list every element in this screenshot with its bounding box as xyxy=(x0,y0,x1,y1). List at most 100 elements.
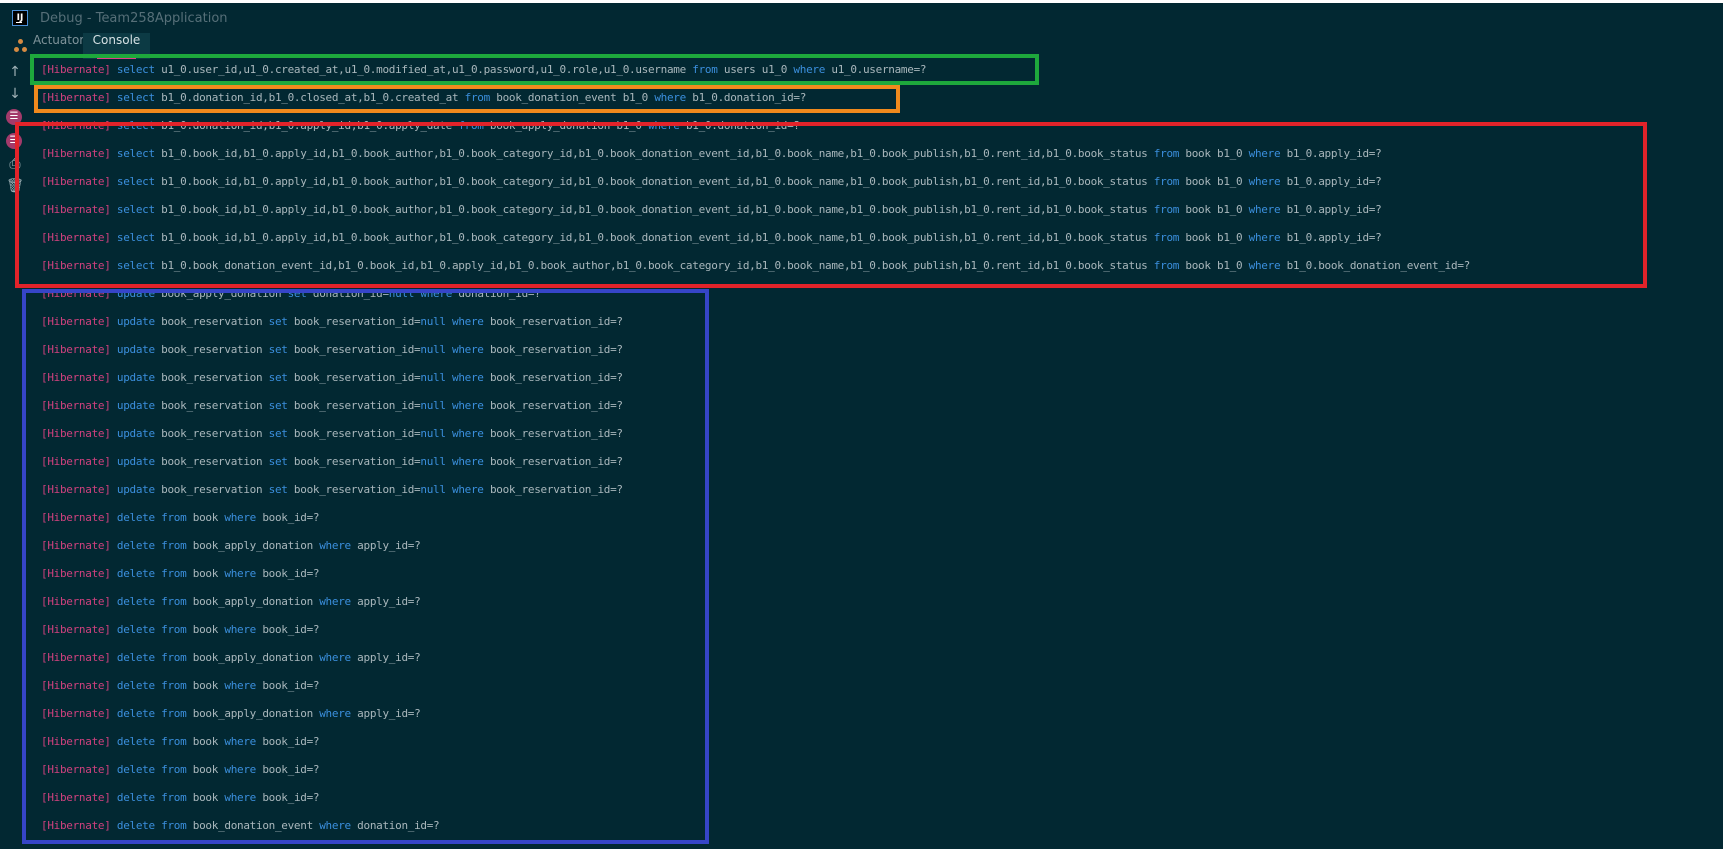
sql-keyword: update xyxy=(116,315,155,328)
sql-text: book_apply_donation xyxy=(186,651,320,664)
sql-keyword: select xyxy=(116,63,155,76)
sql-text: book_apply_donation xyxy=(186,595,320,608)
sql-text: book_id=? xyxy=(256,735,320,748)
sql-text: book_reservation xyxy=(154,315,269,328)
sql-keyword: where xyxy=(319,539,351,552)
sql-keyword: from xyxy=(161,567,187,580)
window-title: Debug - Team258Application xyxy=(40,11,228,26)
sql-keyword: null xyxy=(420,399,446,412)
sql-keyword: where xyxy=(1248,203,1281,216)
sql-text: b1_0.book_id,b1_0.apply_id,b1_0.book_aut… xyxy=(154,203,1154,216)
sql-keyword: delete xyxy=(116,791,155,804)
log-line: [Hibernate] delete from book where book_… xyxy=(41,621,320,639)
log-line: [Hibernate] delete from book_apply_donat… xyxy=(41,705,421,723)
sql-text: b1_0.apply_id=? xyxy=(1280,203,1382,216)
sql-text: book_reservation_id=? xyxy=(483,483,623,496)
sql-text: book xyxy=(186,679,225,692)
sql-keyword: where xyxy=(224,791,257,804)
sql-keyword: where xyxy=(1248,259,1281,272)
sql-text: book_reservation_id= xyxy=(287,371,421,384)
sql-keyword: where xyxy=(319,651,351,664)
log-tag: [Hibernate] xyxy=(41,455,111,468)
sql-text: book_id=? xyxy=(256,511,320,524)
sql-text: book_reservation_id= xyxy=(287,399,421,412)
soft-wrap-icon[interactable]: ☰ xyxy=(6,109,22,125)
sql-keyword: from xyxy=(161,763,187,776)
log-tag: [Hibernate] xyxy=(41,595,111,608)
sql-keyword: select xyxy=(116,119,155,132)
log-tag: [Hibernate] xyxy=(41,175,111,188)
sql-text: book_donation_event xyxy=(186,819,320,832)
sql-keyword: where xyxy=(452,371,484,384)
sql-text: apply_id=? xyxy=(350,595,421,608)
log-line: [Hibernate] update book_reservation set … xyxy=(41,341,623,359)
sql-text: b1_0.book_donation_event_id,b1_0.book_id… xyxy=(154,259,1154,272)
log-tag: [Hibernate] xyxy=(41,511,111,524)
intellij-logo-icon: IJ xyxy=(12,10,28,26)
tab-console-label: Console xyxy=(92,33,141,47)
sql-keyword: where xyxy=(319,819,351,832)
log-tag: [Hibernate] xyxy=(41,63,111,76)
log-line: [Hibernate] delete from book where book_… xyxy=(41,733,320,751)
sql-text: book_reservation_id=? xyxy=(483,427,623,440)
sql-keyword: from xyxy=(1153,203,1180,216)
sql-text: b1_0.donation_id=? xyxy=(685,91,807,104)
sql-keyword: from xyxy=(161,539,187,552)
sql-keyword: where xyxy=(224,735,257,748)
sql-keyword: where xyxy=(1248,231,1281,244)
log-tag: [Hibernate] xyxy=(41,259,111,272)
log-tag: [Hibernate] xyxy=(41,819,111,832)
sql-keyword: set xyxy=(268,343,288,356)
sql-keyword: delete xyxy=(116,567,155,580)
scroll-down-icon[interactable]: ↓ xyxy=(6,85,24,103)
sql-text: b1_0.apply_id=? xyxy=(1280,175,1382,188)
sql-keyword: where xyxy=(452,343,484,356)
sql-keyword: from xyxy=(161,595,187,608)
sql-keyword: where xyxy=(1248,175,1281,188)
sql-text: book xyxy=(186,623,225,636)
sql-text: donation_id=? xyxy=(452,287,541,300)
log-tag: [Hibernate] xyxy=(41,147,111,160)
scroll-to-end-icon[interactable]: ☰ xyxy=(6,133,22,149)
sql-keyword: where xyxy=(452,455,484,468)
sql-keyword: update xyxy=(116,399,155,412)
sql-text: book xyxy=(186,567,225,580)
sql-text: b1_0.book_id,b1_0.apply_id,b1_0.book_aut… xyxy=(154,147,1154,160)
tab-actuator[interactable]: Actuator xyxy=(14,33,84,59)
sql-text: book b1_0 xyxy=(1179,231,1249,244)
log-tag: [Hibernate] xyxy=(41,483,111,496)
sql-text: book_reservation_id=? xyxy=(483,455,623,468)
sql-text: b1_0.apply_id=? xyxy=(1280,231,1382,244)
log-line: [Hibernate] select b1_0.book_id,b1_0.app… xyxy=(41,229,1382,247)
log-tag: [Hibernate] xyxy=(41,315,111,328)
clear-icon[interactable]: 🗑 xyxy=(6,177,24,195)
log-line: [Hibernate] select b1_0.donation_id,b1_0… xyxy=(41,117,800,135)
sql-keyword: from xyxy=(161,791,187,804)
sql-text: book_reservation xyxy=(154,427,269,440)
log-line: [Hibernate] update book_reservation set … xyxy=(41,481,623,499)
sql-keyword: null xyxy=(388,287,415,300)
log-line: [Hibernate] select u1_0.user_id,u1_0.cre… xyxy=(41,61,927,79)
sql-text: book_reservation xyxy=(154,483,269,496)
sql-text: book_reservation xyxy=(154,343,269,356)
log-line: [Hibernate] update book_reservation set … xyxy=(41,425,623,443)
sql-text: b1_0.apply_id=? xyxy=(1280,147,1382,160)
title-bar: IJ Debug - Team258Application xyxy=(0,3,1723,33)
sql-text: book_id=? xyxy=(256,567,320,580)
log-tag: [Hibernate] xyxy=(41,651,111,664)
sql-keyword: where xyxy=(654,91,686,104)
scroll-up-icon[interactable]: ↑ xyxy=(6,63,24,81)
log-line: [Hibernate] select b1_0.book_id,b1_0.app… xyxy=(41,173,1382,191)
tab-actuator-label: Actuator xyxy=(33,33,85,47)
sql-text: apply_id=? xyxy=(350,707,421,720)
sql-keyword: from xyxy=(692,63,718,76)
sql-keyword: where xyxy=(793,63,826,76)
sql-keyword: where xyxy=(319,707,351,720)
sql-text: book_apply_donation xyxy=(154,287,288,300)
sql-text: book b1_0 xyxy=(1179,203,1249,216)
sql-text: book xyxy=(186,511,225,524)
sql-keyword: delete xyxy=(116,679,155,692)
print-icon[interactable]: ⎙ xyxy=(6,155,24,173)
sql-keyword: update xyxy=(116,455,155,468)
tab-console[interactable]: Console xyxy=(83,33,150,59)
